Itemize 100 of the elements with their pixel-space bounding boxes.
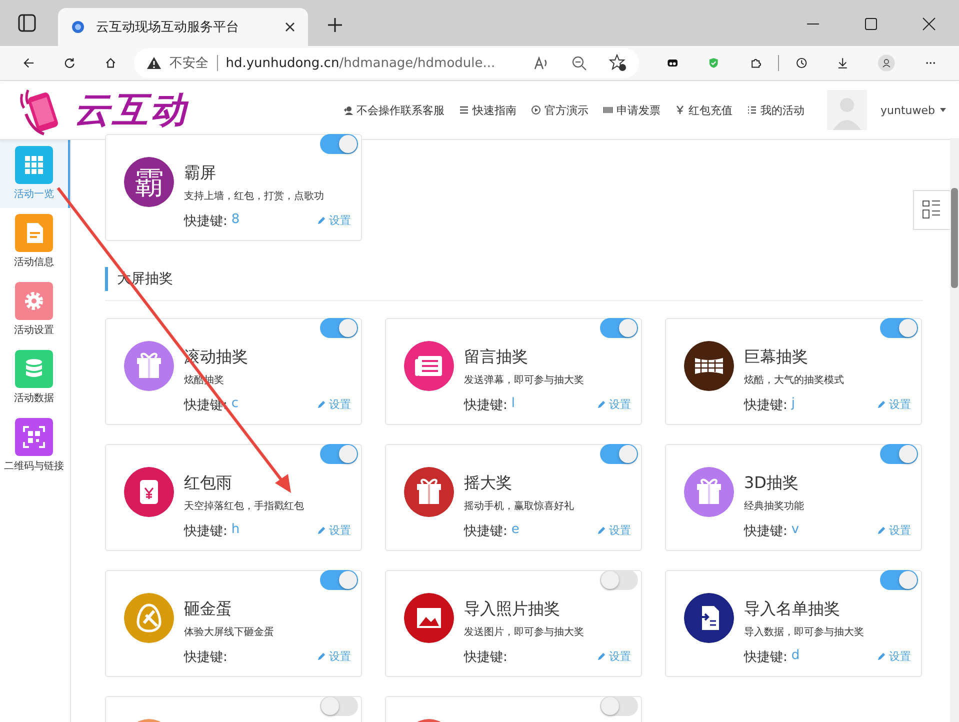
zoom-out-icon[interactable]: [571, 55, 588, 71]
pencil-icon: [317, 400, 326, 409]
warning-icon: [146, 56, 162, 70]
card-title: 导入照片抽奖: [464, 599, 561, 620]
sidebar-label: 活动一览: [14, 188, 54, 201]
shortcut-key: 8: [231, 212, 240, 230]
shortcut-label: 快捷键:: [184, 213, 228, 230]
maximize-icon[interactable]: [863, 16, 879, 32]
card-title: 3D抽奖: [744, 473, 800, 494]
card-title: 留言抽奖: [464, 347, 529, 368]
nav-link[interactable]: 红包充值: [674, 102, 733, 118]
logo-text: 云互动: [74, 88, 188, 132]
shortcut-key: j: [791, 396, 796, 414]
shortcut-key: v: [791, 522, 800, 540]
card-description: 体验大屏线下砸金蛋: [184, 626, 274, 639]
shortcut-label: 快捷键:: [744, 523, 788, 540]
download-icon[interactable]: [836, 55, 848, 71]
card-title: 摇大奖: [464, 473, 513, 494]
card-description: 经典抽奖功能: [744, 500, 804, 513]
card-description: 天空掉落红包，手指戳红包: [184, 500, 304, 513]
pencil-icon: [877, 526, 886, 535]
card-title: 导入名单抽奖: [744, 599, 841, 620]
browser-tab[interactable]: 云互动现场互动服务平台: [58, 8, 308, 46]
nav-link[interactable]: 官方演示: [530, 102, 589, 118]
sidebar-label: 二维码与链接: [4, 460, 64, 473]
activity-avatar: 霸: [124, 157, 174, 207]
shortcut-label: 快捷键:: [464, 397, 508, 414]
sidebar-label: 活动信息: [14, 256, 54, 269]
add-favorite-icon[interactable]: [609, 54, 628, 72]
nav-link[interactable]: 不会操作联系客服: [342, 102, 445, 118]
toggle-switch[interactable]: [320, 318, 358, 338]
sidebar-item[interactable]: 活动信息: [0, 208, 70, 276]
card-title: 巨幕抽奖: [744, 347, 809, 368]
sidebar-item[interactable]: 活动设置: [0, 276, 70, 344]
pencil-icon: [597, 400, 606, 409]
shortcut-key: h: [231, 522, 240, 540]
history-icon[interactable]: [796, 55, 807, 71]
nav-link[interactable]: 快速指南: [458, 102, 517, 118]
toggle-switch[interactable]: [880, 444, 918, 464]
toggle-switch[interactable]: [880, 570, 918, 590]
sidebar-toggle-icon[interactable]: [18, 14, 36, 32]
pencil-icon: [317, 216, 326, 225]
shortcut-label: 快捷键:: [184, 649, 228, 666]
shortcut-label: 快捷键:: [744, 397, 788, 414]
toggle-switch[interactable]: [320, 444, 358, 464]
card-description: 发送弹幕，即可参与抽大奖: [464, 374, 584, 387]
toggle-switch[interactable]: [600, 318, 638, 338]
close-icon[interactable]: [284, 21, 296, 33]
new-tab-icon[interactable]: [326, 16, 344, 34]
pencil-icon: [317, 652, 326, 661]
shortcut-key: l: [511, 396, 516, 414]
sidebar-label: 活动设置: [14, 324, 54, 337]
site-icon: [70, 19, 86, 35]
card-title: 红包雨: [184, 473, 233, 494]
nav-link[interactable]: 我的活动: [746, 102, 805, 118]
list-icon: [746, 105, 757, 115]
sidebar-label: 活动数据: [14, 392, 54, 405]
card-description: 导入数据，即可参与抽大奖: [744, 626, 864, 639]
pencil-icon: [597, 652, 606, 661]
card-title: 砸金蛋: [184, 599, 233, 620]
toggle-switch[interactable]: [320, 696, 358, 716]
toggle-switch[interactable]: [880, 318, 918, 338]
toggle-switch[interactable]: [600, 696, 638, 716]
shortcut-key: c: [231, 396, 239, 414]
sidebar-item[interactable]: 活动数据: [0, 344, 70, 412]
shortcut-label: 快捷键:: [744, 649, 788, 666]
address-bar[interactable]: 不安全 hd.yunhudong.cn/hdmanage/hdmodule...: [134, 48, 640, 78]
barcode-icon: [602, 105, 613, 115]
tab-title: 云互动现场互动服务平台: [96, 19, 240, 36]
refresh-icon[interactable]: [64, 55, 76, 71]
sidebar-item[interactable]: 二维码与链接: [0, 412, 70, 480]
nav-link[interactable]: 申请发票: [602, 102, 661, 118]
card-title: 霸屏: [184, 163, 217, 184]
toggle-switch[interactable]: [320, 134, 358, 154]
card-description: 支持上墙，红包，打赏，点歌功: [184, 190, 324, 203]
yen-icon: [674, 105, 685, 115]
security-label: 不安全: [170, 55, 209, 72]
caret-icon[interactable]: [939, 107, 947, 113]
pencil-icon: [597, 526, 606, 535]
url-text: hd.yunhudong.cn/hdmanage/hdmodule...: [226, 56, 496, 70]
close-icon[interactable]: [921, 16, 937, 32]
read-aloud-icon[interactable]: [533, 55, 550, 71]
toggle-switch[interactable]: [600, 444, 638, 464]
layout-icon[interactable]: [913, 190, 950, 230]
pencil-icon: [877, 652, 886, 661]
username[interactable]: yuntuweb: [880, 104, 935, 116]
shortcut-label: 快捷键:: [464, 523, 508, 540]
user-plus-icon: [342, 105, 353, 115]
pencil-icon: [317, 526, 326, 535]
card-description: 摇动手机，赢取惊喜好礼: [464, 500, 574, 513]
shortcut-label: 快捷键:: [184, 523, 228, 540]
shortcut-label: 快捷键:: [464, 649, 508, 666]
shortcut-key: d: [791, 648, 800, 666]
shortcut-key: e: [511, 522, 520, 540]
toggle-switch[interactable]: [600, 570, 638, 590]
toggle-switch[interactable]: [320, 570, 358, 590]
pencil-icon: [877, 400, 886, 409]
card-description: 发送图片，即可参与抽大奖: [464, 626, 584, 639]
play-icon: [530, 105, 541, 115]
card-description: 炫酷，大气的抽奖模式: [744, 374, 844, 387]
